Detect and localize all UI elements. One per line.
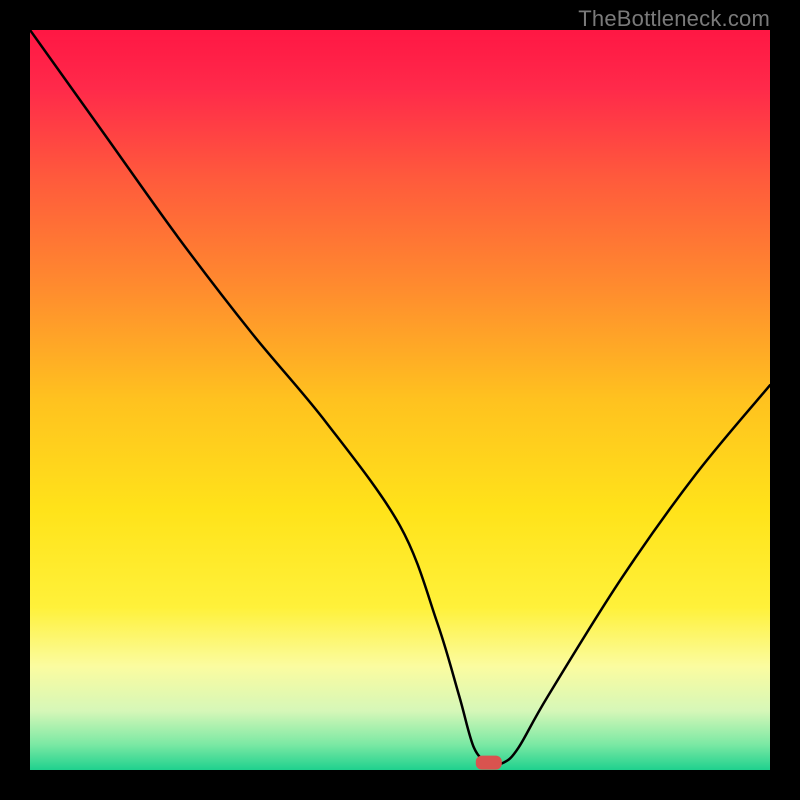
bottleneck-chart [30, 30, 770, 770]
chart-frame: TheBottleneck.com [0, 0, 800, 800]
optimal-marker [476, 756, 502, 770]
watermark-text: TheBottleneck.com [578, 6, 770, 32]
gradient-background [30, 30, 770, 770]
plot-area [30, 30, 770, 770]
